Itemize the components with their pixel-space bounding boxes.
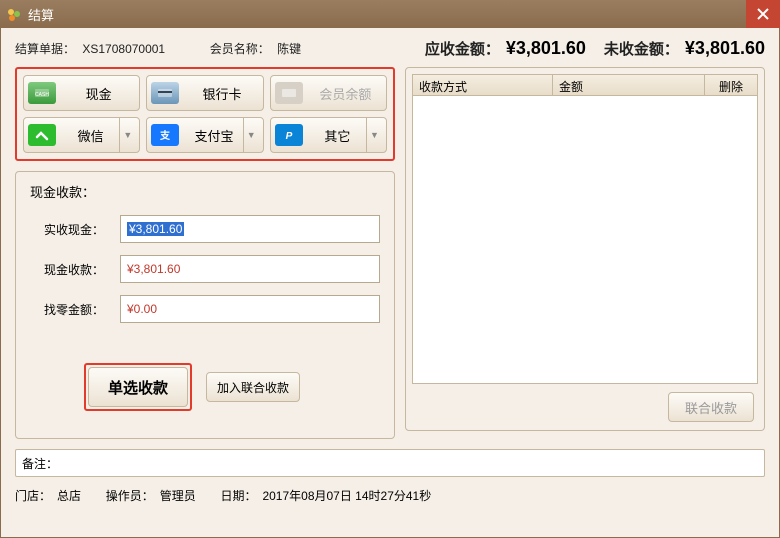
cash-collect-label: 现金收款：	[44, 261, 120, 278]
cash-panel-title: 现金收款：	[30, 182, 380, 201]
chevron-down-icon[interactable]: ▼	[243, 118, 259, 152]
svg-text:P: P	[285, 131, 292, 142]
member-label: 会员名称：	[210, 42, 270, 56]
change-label: 找零金额：	[44, 301, 120, 318]
pay-member-button[interactable]: 会员余额	[270, 75, 387, 111]
store-label: 门店：	[15, 489, 51, 503]
payment-methods-group: CASH 现金 银行卡 会员余额 微信 ▼ 支 支	[15, 67, 395, 161]
remark-row: 备注：	[15, 449, 765, 477]
bank-card-icon	[151, 82, 179, 104]
operator-value: 管理员	[160, 489, 196, 503]
window-title: 结算	[28, 5, 54, 24]
remark-input[interactable]	[64, 452, 758, 474]
pay-other-button[interactable]: P 其它 ▼	[270, 117, 387, 153]
status-bar: 门店： 总店 操作员： 管理员 日期： 2017年08月07日 14时27分41秒	[1, 477, 779, 514]
wechat-icon	[28, 124, 56, 146]
cash-icon: CASH	[28, 82, 56, 104]
remark-label: 备注：	[22, 455, 58, 472]
col-amount: 金额	[553, 75, 705, 95]
operator-label: 操作员：	[106, 489, 154, 503]
titlebar: 结算	[0, 0, 780, 28]
add-combined-button[interactable]: 加入联合收款	[206, 372, 300, 402]
order-label: 结算单据：	[15, 42, 75, 56]
other-pay-icon: P	[275, 124, 303, 146]
cash-collect-input[interactable]: ¥3,801.60	[120, 255, 380, 283]
app-icon	[6, 6, 22, 22]
pay-wechat-label: 微信	[62, 126, 119, 145]
change-value: ¥0.00	[127, 302, 157, 316]
store-value: 总店	[57, 489, 81, 503]
date-label: 日期：	[220, 489, 256, 503]
uncollected-label: 未收金额：	[604, 38, 679, 59]
uncollected-value: ¥3,801.60	[685, 38, 765, 59]
change-input[interactable]: ¥0.00	[120, 295, 380, 323]
chevron-down-icon[interactable]: ▼	[366, 118, 382, 152]
col-delete: 删除	[705, 75, 757, 95]
actual-cash-input[interactable]: ¥3,801.60	[120, 215, 380, 243]
pay-cash-label: 现金	[62, 84, 135, 103]
col-method: 收款方式	[413, 75, 553, 95]
pay-wechat-button[interactable]: 微信 ▼	[23, 117, 140, 153]
svg-text:CASH: CASH	[35, 92, 49, 98]
collect-panel: 收款方式 金额 删除 联合收款	[405, 67, 765, 431]
combined-collect-button[interactable]: 联合收款	[668, 392, 754, 422]
cash-panel: 现金收款： 实收现金： ¥3,801.60 现金收款： ¥3,801.60 找零…	[15, 171, 395, 439]
date-value: 2017年08月07日 14时27分41秒	[262, 489, 431, 503]
member-name: 陈键	[277, 42, 301, 56]
collect-table-header: 收款方式 金额 删除	[412, 74, 758, 96]
pay-cash-button[interactable]: CASH 现金	[23, 75, 140, 111]
pay-member-label: 会员余额	[309, 84, 382, 103]
receivable-label: 应收金额：	[425, 38, 500, 59]
actual-cash-label: 实收现金：	[44, 221, 120, 238]
header-info: 结算单据： XS1708070001 会员名称： 陈键 应收金额： ¥3,801…	[1, 28, 779, 67]
actual-cash-value: ¥3,801.60	[127, 222, 184, 236]
pay-other-label: 其它	[309, 126, 366, 145]
single-collect-button[interactable]: 单选收款	[88, 367, 188, 407]
receivable-value: ¥3,801.60	[506, 38, 586, 59]
close-button[interactable]	[746, 0, 780, 28]
pay-alipay-button[interactable]: 支 支付宝 ▼	[146, 117, 263, 153]
alipay-icon: 支	[151, 124, 179, 146]
pay-bank-button[interactable]: 银行卡	[146, 75, 263, 111]
pay-alipay-label: 支付宝	[185, 126, 242, 145]
member-balance-icon	[275, 82, 303, 104]
cash-collect-value: ¥3,801.60	[127, 262, 180, 276]
svg-text:支: 支	[159, 129, 171, 142]
pay-bank-label: 银行卡	[185, 84, 258, 103]
collect-table-body	[412, 96, 758, 384]
chevron-down-icon[interactable]: ▼	[119, 118, 135, 152]
order-no: XS1708070001	[82, 42, 165, 56]
